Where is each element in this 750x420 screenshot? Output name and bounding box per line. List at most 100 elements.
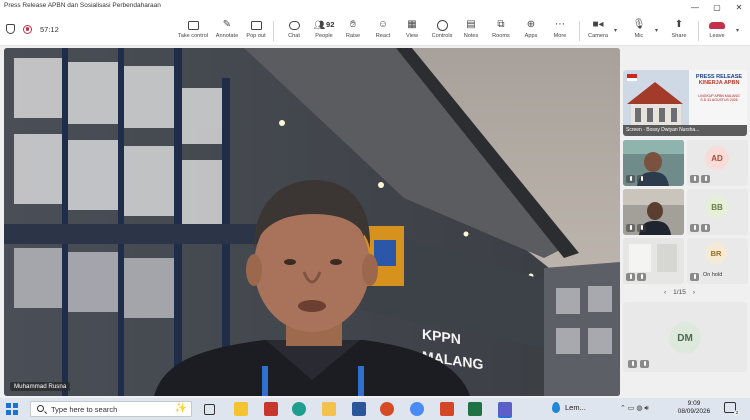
next-page-chevron-icon[interactable]: ›: [693, 289, 695, 296]
clock-date: 08/09/2026: [677, 408, 711, 415]
teams-app-icon[interactable]: [498, 402, 512, 416]
screen-share-label: Screen · Bossy Dwiyan Nursha...: [626, 127, 700, 133]
notes-icon: ▤: [466, 19, 476, 30]
mic-button[interactable]: 🎙︎ Mic: [622, 18, 656, 39]
pin-icon: [637, 175, 646, 183]
share-button[interactable]: ⬆ Share: [662, 18, 696, 39]
take-control-label: Take control: [177, 33, 209, 39]
share-label: Share: [671, 33, 687, 39]
opera-browser-icon[interactable]: [380, 402, 394, 416]
camera-options-chevron-icon[interactable]: ▾: [614, 27, 617, 34]
take-control-button[interactable]: Take control: [176, 18, 210, 39]
chrome-browser-icon[interactable]: [410, 402, 424, 416]
participant-video-tile-3[interactable]: [623, 238, 684, 284]
participant-tile-ad[interactable]: AD: [687, 140, 748, 186]
speaker-name-tag: Muhammad Rusna: [10, 382, 71, 391]
edge-browser-icon[interactable]: [292, 402, 306, 416]
take-control-icon: [187, 20, 199, 30]
mic-off-icon: [640, 360, 649, 368]
windows-taskbar: Type here to search ✨ Lem... ⌃ ▭ ◍ 🔊︎ 9:…: [0, 398, 750, 420]
participant-tile-dm[interactable]: DM: [623, 302, 747, 372]
participant-tile-br[interactable]: BR On hold: [687, 238, 748, 284]
slide-subtitle: LINGKUP APBN MALANG S.D 31 AGUSTUS 2026: [691, 94, 747, 102]
leave-label: Leave: [709, 33, 725, 39]
rooms-label: Rooms: [492, 33, 510, 39]
participant-video-tile-2[interactable]: [623, 189, 684, 235]
share-icon: ⬆: [674, 19, 684, 30]
maximize-button[interactable]: ▢: [706, 0, 728, 14]
mic-off-icon: [690, 175, 699, 183]
task-view-icon[interactable]: [204, 404, 215, 415]
chat-label: Chat: [288, 33, 300, 39]
pdf-reader-app-icon[interactable]: [264, 402, 278, 416]
recording-icon: [23, 24, 32, 34]
excel-app-icon[interactable]: [468, 402, 482, 416]
chat-button[interactable]: Chat: [277, 18, 311, 39]
slide-title-line-2: KINERJA APBN: [698, 80, 740, 86]
mic-off-icon: [626, 175, 635, 183]
apps-icon: ⊕: [526, 19, 536, 30]
minimize-button[interactable]: —: [684, 0, 706, 14]
view-icon: ▦: [407, 19, 417, 30]
notes-button[interactable]: ▤ Notes: [454, 18, 488, 39]
mic-options-chevron-icon[interactable]: ▾: [655, 27, 658, 34]
view-label: View: [405, 33, 419, 39]
avatar-dm: DM: [669, 322, 701, 354]
pop-out-button[interactable]: Pop out: [239, 18, 273, 39]
previous-page-chevron-icon[interactable]: ‹: [664, 289, 666, 296]
camera-button[interactable]: ■◂ Camera: [581, 18, 615, 39]
meeting-toolbar: 57:12 Take control ✎ Annotate Pop out Ch…: [0, 14, 750, 46]
main-video-feed[interactable]: KPPN MALANG Muhammad Rusna: [4, 48, 620, 396]
title-bar: Press Release APBN dan Sosialisasi Perbe…: [0, 0, 750, 14]
mic-off-icon: 🎙︎: [632, 19, 646, 30]
participant-count: 92: [326, 20, 335, 29]
taskbar-search-box[interactable]: Type here to search ✨: [30, 401, 192, 417]
windows-start-icon[interactable]: [6, 403, 18, 415]
clock-time: 9:09: [687, 400, 701, 407]
raise-hand-button[interactable]: ✋︎ Raise: [336, 18, 370, 39]
file-explorer-icon[interactable]: [322, 402, 336, 416]
view-button[interactable]: ▦ View: [395, 18, 429, 39]
slide-subtitle-line-2: S.D 31 AGUSTUS 2026: [700, 98, 738, 102]
participant-video-tile-1[interactable]: [623, 140, 684, 186]
pop-out-label: Pop out: [246, 33, 266, 39]
word-app-icon[interactable]: [352, 402, 366, 416]
taskbar-clock[interactable]: 9:09 08/09/2026: [672, 400, 716, 416]
camera-label: Camera: [588, 33, 608, 39]
rooms-icon: ⧉: [497, 19, 505, 30]
camera-icon: ■◂: [592, 19, 604, 30]
search-placeholder: Type here to search: [51, 405, 118, 414]
participant-tile-bb[interactable]: BB: [687, 189, 748, 235]
sticky-notes-app-icon[interactable]: [234, 402, 248, 416]
system-tray-icons[interactable]: ⌃ ▭ ◍ 🔊︎: [620, 404, 649, 413]
leave-button[interactable]: Leave: [700, 18, 734, 39]
raise-label: Raise: [345, 33, 361, 39]
screen-share-label-bar: Screen · Bossy Dwiyan Nursha...: [623, 125, 747, 136]
avatar-bb: BB: [705, 195, 729, 219]
participants-gallery: PRESS RELEASE KINERJA APBN LINGKUP APBN …: [622, 48, 750, 396]
avatar-ad: AD: [705, 146, 729, 170]
leave-options-chevron-icon[interactable]: ▾: [736, 27, 739, 34]
rooms-button[interactable]: ⧉ Rooms: [484, 18, 518, 39]
react-label: React: [375, 33, 391, 39]
weather-text[interactable]: Lem...: [565, 403, 586, 412]
mic-label: Mic: [634, 33, 644, 39]
toolbar-divider: [698, 21, 699, 41]
slide-title: PRESS RELEASE KINERJA APBN: [691, 74, 747, 86]
close-button[interactable]: ✕: [728, 0, 750, 14]
mic-off-icon: [690, 273, 699, 281]
window-title: Press Release APBN dan Sosialisasi Perbe…: [4, 2, 161, 9]
speaker-video-scene: KPPN MALANG: [4, 48, 620, 396]
people-icon: 👥︎: [313, 20, 326, 30]
search-icon: [37, 405, 44, 412]
people-label: People: [315, 33, 333, 39]
more-button[interactable]: ⋯ More: [543, 18, 577, 39]
shared-screen-thumbnail[interactable]: PRESS RELEASE KINERJA APBN LINGKUP APBN …: [623, 70, 747, 136]
toolbar-divider: [273, 21, 274, 41]
pin-icon: [637, 273, 646, 281]
weather-icon: [552, 402, 560, 413]
notification-count-badge: 2: [734, 410, 740, 416]
teams-meeting-window: Press Release APBN dan Sosialisasi Perbe…: [0, 0, 750, 420]
powerpoint-app-icon[interactable]: [440, 402, 454, 416]
raise-hand-icon: ✋︎: [350, 19, 356, 30]
